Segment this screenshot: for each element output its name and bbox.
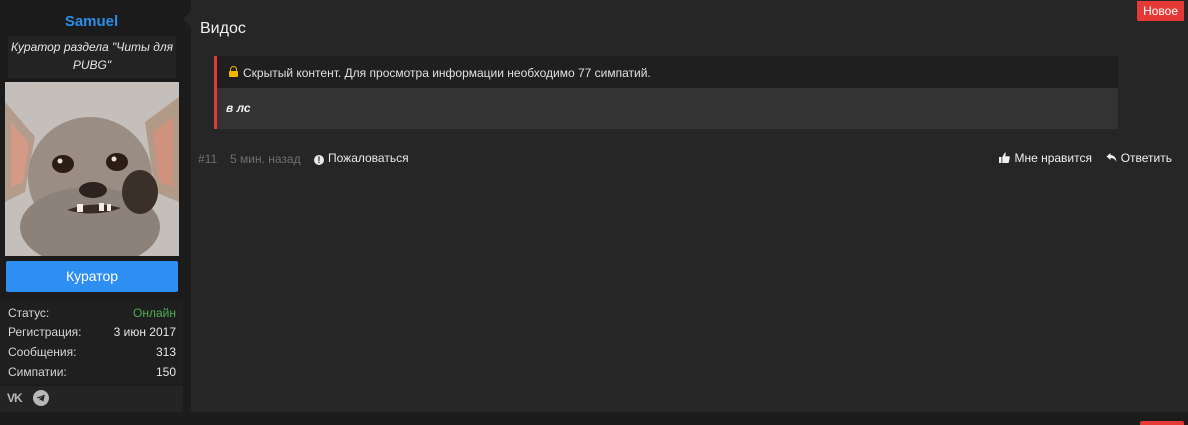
message-content: Новое Видос Скрытый контент. Для просмот… [191,0,1188,412]
avatar-image [5,82,179,256]
stat-messages: Сообщения: 313 [8,341,176,361]
avatar[interactable] [5,82,179,256]
like-button[interactable]: Мне нравится [999,151,1092,165]
hidden-content-body: в лс [217,88,1118,129]
hidden-content-header: Скрытый контент. Для просмотра информаци… [217,56,1118,88]
report-label: Пожаловаться [328,151,409,165]
post-time[interactable]: 5 мин. назад [230,152,301,166]
post-number-link[interactable]: #11 [198,152,217,166]
user-panel: Samuel Куратор раздела "Читы для PUBG" К… [0,0,183,412]
user-title: Куратор раздела "Читы для PUBG" [8,36,176,78]
stat-label: Статус: [8,306,50,320]
stat-label: Регистрация: [8,325,82,339]
stat-value: 3 июн 2017 [113,325,176,339]
report-button[interactable]: ! Пожаловаться [314,151,409,165]
hidden-content-block: Скрытый контент. Для просмотра информаци… [214,56,1118,129]
vk-icon[interactable]: VK [7,390,25,406]
post-title: Видос [200,20,246,37]
next-post-edge [0,412,1188,425]
role-button[interactable]: Куратор [6,261,178,292]
new-badge: Новое [1137,1,1184,21]
stat-registration: Регистрация: 3 июн 2017 [8,321,176,341]
social-links: VK [0,386,183,412]
thumbs-up-icon [999,152,1011,163]
username[interactable]: Samuel [0,13,183,30]
stat-label: Симпатии: [8,365,67,379]
forum-post: Samuel Куратор раздела "Читы для PUBG" К… [0,0,1188,412]
telegram-icon[interactable] [33,390,49,406]
hidden-content-text: в лс [226,101,251,115]
like-label: Мне нравится [1014,151,1092,165]
stat-value: Онлайн [133,306,176,320]
next-new-badge [1140,421,1184,425]
reply-icon [1106,153,1117,162]
reply-label: Ответить [1120,151,1172,165]
stat-likes: Симпатии: 150 [8,361,176,381]
stat-status: Статус: Онлайн [8,302,176,322]
stat-label: Сообщения: [8,345,77,359]
stat-value: 313 [155,345,176,359]
alert-icon: ! [314,155,324,165]
user-stats: Статус: Онлайн Регистрация: 3 июн 2017 С… [0,300,183,384]
hidden-content-notice: Скрытый контент. Для просмотра информаци… [243,66,651,80]
reply-button[interactable]: Ответить [1106,151,1172,165]
lock-icon [229,66,238,77]
stat-value: 150 [155,365,176,379]
